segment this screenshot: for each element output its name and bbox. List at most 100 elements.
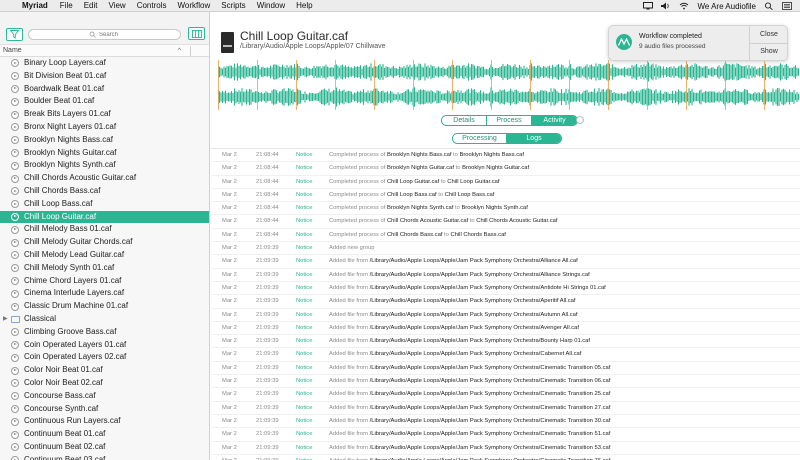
log-row[interactable]: Mar 2 21:08:44 Notice Completed process of … xyxy=(211,176,800,189)
log-level: Notice xyxy=(296,152,313,158)
audio-file-icon xyxy=(11,392,19,401)
log-row[interactable]: Mar 2 21:09:39 Notice Added new group xyxy=(211,242,800,256)
log-row[interactable]: Mar 2 21:09:39 Notice Added file from /Libr… xyxy=(211,309,800,322)
search-icon[interactable] xyxy=(764,2,774,11)
file-title: Chill Loop Guitar.caf xyxy=(240,29,349,43)
file-item[interactable]: Boulder Beat 01.caf xyxy=(0,95,209,108)
log-row[interactable]: Mar 2 21:09:39 Notice Added file from /Libr… xyxy=(211,282,800,296)
file-item[interactable]: Brooklyn Nights Bass.caf xyxy=(0,134,209,147)
file-item[interactable]: Continuum Beat 01.caf xyxy=(0,428,209,441)
log-row[interactable]: Mar 2 21:09:39 Notice Added file from /Libr… xyxy=(211,295,800,309)
file-item[interactable]: Continuum Beat 03.caf xyxy=(0,454,209,460)
file-item[interactable]: Coin Operated Layers 02.caf xyxy=(0,351,209,364)
menu-file[interactable]: File xyxy=(60,1,73,10)
log-row[interactable]: Mar 2 21:09:39 Notice Added file from /Libr… xyxy=(211,362,800,376)
log-row[interactable]: Mar 2 21:08:44 Notice Completed process of … xyxy=(211,189,800,203)
file-item[interactable]: Coin Operated Layers 01.caf xyxy=(0,339,209,352)
log-time: 21:09:39 xyxy=(256,444,279,451)
tab-activity[interactable]: Activity xyxy=(532,116,577,125)
file-item-label: Chill Loop Guitar.caf xyxy=(24,211,97,221)
file-item[interactable]: Chill Chords Bass.caf xyxy=(0,185,209,198)
file-item[interactable]: Chill Melody Lead Guitar.caf xyxy=(0,249,209,262)
menu-workflow[interactable]: Workflow xyxy=(177,1,210,10)
menu-help[interactable]: Help xyxy=(296,1,312,10)
app-menu[interactable]: Myriad xyxy=(22,1,48,10)
name-column-header[interactable]: Name ^ xyxy=(0,45,209,57)
log-row[interactable]: Mar 2 21:08:44 Notice Completed process of … xyxy=(211,149,800,163)
file-item[interactable]: Bit Division Beat 01.caf xyxy=(0,70,209,83)
file-item[interactable]: Cinema Interlude Layers.caf xyxy=(0,287,209,300)
log-row[interactable]: Mar 2 21:09:39 Notice Added file from /Libr… xyxy=(211,348,800,362)
file-item[interactable]: Bronx Night Layers 01.caf xyxy=(0,121,209,134)
file-item[interactable]: Chill Melody Bass 01.caf xyxy=(0,223,209,236)
file-item[interactable]: Color Noir Beat 02.caf xyxy=(0,377,209,390)
file-item[interactable]: Chill Loop Bass.caf xyxy=(0,198,209,211)
file-item[interactable]: Climbing Groove Bass.caf xyxy=(0,326,209,339)
audio-file-icon xyxy=(11,276,19,285)
menu-controls[interactable]: Controls xyxy=(137,1,167,10)
menu-scripts[interactable]: Scripts xyxy=(221,1,245,10)
audio-waveform[interactable] xyxy=(218,60,800,110)
tab-processing[interactable]: Processing xyxy=(453,134,507,143)
file-item[interactable]: Chill Chords Acoustic Guitar.caf xyxy=(0,172,209,185)
file-item[interactable]: Binary Loop Layers.caf xyxy=(0,57,209,70)
file-item[interactable]: Brooklyn Nights Synth.caf xyxy=(0,159,209,172)
file-item[interactable]: Color Noir Beat 01.caf xyxy=(0,364,209,377)
wifi-icon[interactable] xyxy=(679,2,689,10)
file-item[interactable]: Chime Chord Layers 01.caf xyxy=(0,275,209,288)
tab-logs[interactable]: Logs xyxy=(507,134,561,143)
log-row[interactable]: Mar 2 21:09:39 Notice Added file from /Libr… xyxy=(211,428,800,442)
log-row[interactable]: Mar 2 21:09:39 Notice Added file from /Libr… xyxy=(211,388,800,402)
log-row[interactable]: Mar 2 21:08:44 Notice Completed process of … xyxy=(211,229,800,243)
user-name[interactable]: We Are Audiofile xyxy=(697,2,756,11)
log-destination-file: Brooklyn Nights Guitar.caf xyxy=(462,165,530,172)
notification-show-button[interactable]: Show xyxy=(750,43,788,60)
file-item[interactable]: Concourse Synth.caf xyxy=(0,403,209,416)
menu-edit[interactable]: Edit xyxy=(84,1,98,10)
log-row[interactable]: Mar 2 21:09:39 Notice Added file from /Libr… xyxy=(211,442,800,455)
file-item[interactable]: Concourse Bass.caf xyxy=(0,390,209,403)
log-row[interactable]: Mar 2 21:09:39 Notice Added file from /Libr… xyxy=(211,335,800,349)
file-item[interactable]: Break Bits Layers 01.caf xyxy=(0,108,209,121)
file-item[interactable]: Continuum Beat 02.caf xyxy=(0,441,209,454)
log-row[interactable]: Mar 2 21:09:39 Notice Added file from /Libr… xyxy=(211,402,800,415)
log-date: Mar 2 xyxy=(222,245,237,252)
tab-process[interactable]: Process xyxy=(487,116,532,125)
log-row[interactable]: Mar 2 21:09:39 Notice Added file from /Libr… xyxy=(211,255,800,269)
volume-icon[interactable] xyxy=(661,2,671,10)
log-row[interactable]: Mar 2 21:08:44 Notice Completed process of … xyxy=(211,202,800,216)
columns-view-button[interactable] xyxy=(188,27,205,40)
menu-list-icon[interactable] xyxy=(782,2,792,10)
sort-ascending-icon[interactable]: ^ xyxy=(178,45,181,57)
file-item[interactable]: Continuous Run Layers.caf xyxy=(0,415,209,428)
log-destination-file: Brooklyn Nights Synth.caf xyxy=(461,205,528,212)
file-item[interactable]: Brooklyn Nights Guitar.caf xyxy=(0,147,209,160)
log-row[interactable]: Mar 2 21:08:44 Notice Completed process of … xyxy=(211,215,800,229)
file-item[interactable]: Classic Drum Machine 01.caf xyxy=(0,300,209,313)
notification-banner[interactable]: Workflow completed 9 audio files process… xyxy=(608,25,788,61)
search-field[interactable] xyxy=(28,29,181,40)
audio-file-icon xyxy=(11,328,19,337)
menu-window[interactable]: Window xyxy=(257,1,285,10)
log-message-text: Completed process of xyxy=(329,165,387,172)
log-row[interactable]: Mar 2 21:08:44 Notice Completed process of … xyxy=(211,162,800,176)
file-item[interactable]: Chill Loop Guitar.caf xyxy=(0,210,209,224)
log-row[interactable]: Mar 2 21:09:39 Notice Added file from /Libr… xyxy=(211,415,800,429)
log-row[interactable]: Mar 2 21:09:39 Notice Added file from /Libr… xyxy=(211,455,800,460)
log-row[interactable]: Mar 2 21:09:39 Notice Added file from /Libr… xyxy=(211,375,800,389)
log-row[interactable]: Mar 2 21:09:39 Notice Added file from /Libr… xyxy=(211,322,800,336)
search-input[interactable] xyxy=(99,30,169,39)
filter-button[interactable] xyxy=(6,28,23,41)
log-table[interactable]: Mar 2 21:08:44 Notice Completed process of … xyxy=(211,148,800,460)
file-item[interactable]: Boardwalk Beat 01.caf xyxy=(0,83,209,96)
menu-view[interactable]: View xyxy=(108,1,125,10)
file-item[interactable]: Chill Melody Synth 01.caf xyxy=(0,262,209,275)
tab-details[interactable]: Details xyxy=(442,116,487,125)
column-divider[interactable] xyxy=(190,46,191,56)
display-icon[interactable] xyxy=(643,2,654,10)
disclosure-triangle-icon[interactable]: ▶ xyxy=(3,313,8,326)
notification-close-button[interactable]: Close xyxy=(750,26,788,43)
folder-item[interactable]: ▶ Classical xyxy=(0,313,209,326)
file-item[interactable]: Chill Melody Guitar Chords.caf xyxy=(0,236,209,249)
log-row[interactable]: Mar 2 21:09:39 Notice Added file from /Libr… xyxy=(211,269,800,282)
